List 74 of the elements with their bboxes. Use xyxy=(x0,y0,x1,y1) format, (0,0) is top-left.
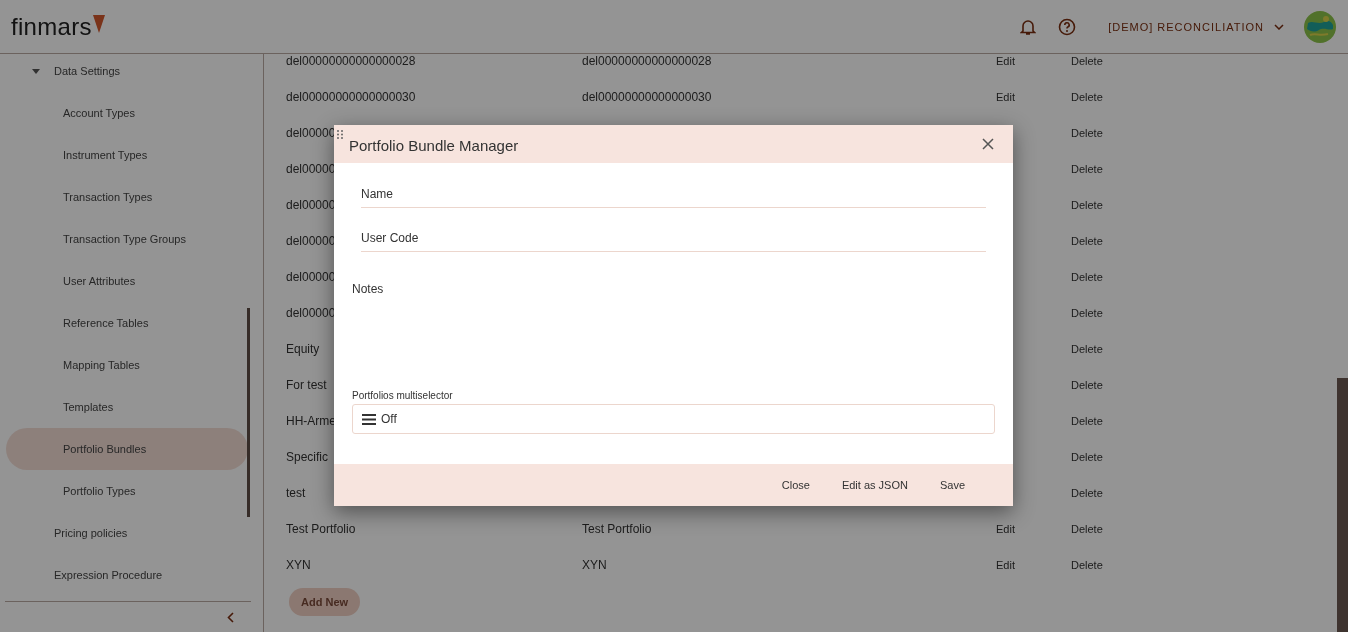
table-cell: test xyxy=(286,486,306,500)
input-field[interactable]: User Code xyxy=(361,231,986,252)
workspace-dropdown[interactable]: [DEMO] RECONCILIATION xyxy=(1108,20,1284,33)
sidebar-item[interactable]: Transaction Type Groups xyxy=(6,218,248,260)
table-cell: del00000000000000028 xyxy=(286,54,416,68)
table-cell: del00000000000000030 xyxy=(582,90,712,104)
sidebar-item[interactable]: Reference Tables xyxy=(6,302,248,344)
delete-link[interactable]: Delete xyxy=(1071,127,1103,139)
menu-icon xyxy=(362,413,376,425)
table-cell: XYN xyxy=(286,558,311,572)
delete-link[interactable]: Delete xyxy=(1071,451,1103,463)
sidebar-item[interactable]: Data Settings xyxy=(6,54,248,92)
table-cell: XYN xyxy=(582,558,607,572)
edit-link[interactable]: Edit xyxy=(996,559,1015,571)
dialog-button[interactable]: Close xyxy=(767,473,824,497)
close-icon[interactable] xyxy=(982,138,994,150)
delete-link[interactable]: Delete xyxy=(1071,235,1103,247)
sidebar-item[interactable]: Mapping Tables xyxy=(6,344,248,386)
table-cell: del00000000000000028 xyxy=(582,54,712,68)
sidebar-item[interactable]: Instrument Types xyxy=(6,134,248,176)
table-cell: del00000 xyxy=(286,234,336,248)
delete-link[interactable]: Delete xyxy=(1071,415,1103,427)
scrollbar[interactable] xyxy=(247,308,250,517)
sidebar-item[interactable]: Account Types xyxy=(6,92,248,134)
field-label: Portfolios multiselector xyxy=(352,390,454,401)
sidebar-item[interactable]: Transaction Types xyxy=(6,176,248,218)
sidebar-item[interactable]: Portfolio Bundles xyxy=(6,428,248,470)
delete-link[interactable]: Delete xyxy=(1071,523,1103,535)
sidebar-item[interactable]: User Attributes xyxy=(6,260,248,302)
table-cell: del00000 xyxy=(286,270,336,284)
dialog-button[interactable]: Save xyxy=(925,473,979,497)
delete-link[interactable]: Delete xyxy=(1071,55,1103,67)
edit-link[interactable]: Edit xyxy=(996,55,1015,67)
multiselector-field[interactable]: Off xyxy=(352,404,995,434)
add-new-button[interactable]: Add New xyxy=(289,588,361,616)
input-field[interactable]: Name xyxy=(361,187,986,208)
table-cell: del00000 xyxy=(286,126,336,140)
table-cell: del00000 xyxy=(286,198,336,212)
dialog-button[interactable]: Edit as JSON xyxy=(827,473,922,497)
table-cell: HH-Arme xyxy=(286,414,336,428)
delete-link[interactable]: Delete xyxy=(1071,559,1103,571)
table-cell: del00000 xyxy=(286,306,336,320)
delete-link[interactable]: Delete xyxy=(1071,307,1103,319)
avatar-icon[interactable] xyxy=(1304,10,1336,43)
table-cell: For test xyxy=(286,378,327,392)
logo: finmars xyxy=(11,12,105,41)
sidebar-item[interactable]: Pricing policies xyxy=(6,512,248,554)
help-icon[interactable] xyxy=(1058,17,1077,36)
delete-link[interactable]: Delete xyxy=(1071,163,1103,175)
edit-link[interactable]: Edit xyxy=(996,91,1015,103)
delete-link[interactable]: Delete xyxy=(1071,271,1103,283)
delete-link[interactable]: Delete xyxy=(1071,343,1103,355)
table-cell: Equity xyxy=(286,342,320,356)
notes-label: Notes xyxy=(352,282,384,296)
table-cell: del00000000000000030 xyxy=(286,90,416,104)
dialog-title: Portfolio Bundle Manager xyxy=(349,136,520,154)
sidebar-item[interactable]: Portfolio Types xyxy=(6,470,248,512)
sidebar-item[interactable]: Expression Procedure xyxy=(6,554,248,596)
chevron-down-icon xyxy=(1274,23,1284,30)
scrollbar[interactable] xyxy=(1337,378,1348,632)
bell-icon[interactable] xyxy=(1020,17,1037,36)
table-cell: Specific xyxy=(286,450,329,464)
edit-link[interactable]: Edit xyxy=(996,523,1015,535)
table-cell: del00000 xyxy=(286,162,336,176)
delete-link[interactable]: Delete xyxy=(1071,91,1103,103)
collapse-icon[interactable] xyxy=(227,611,234,623)
delete-link[interactable]: Delete xyxy=(1071,379,1103,391)
delete-link[interactable]: Delete xyxy=(1071,199,1103,211)
table-cell: Test Portfolio xyxy=(286,522,356,536)
sidebar-item[interactable]: Templates xyxy=(6,386,248,428)
delete-link[interactable]: Delete xyxy=(1071,487,1103,499)
table-cell: Test Portfolio xyxy=(582,522,652,536)
drag-handle-icon[interactable] xyxy=(337,130,343,139)
expand-arrow-icon[interactable] xyxy=(32,68,40,74)
